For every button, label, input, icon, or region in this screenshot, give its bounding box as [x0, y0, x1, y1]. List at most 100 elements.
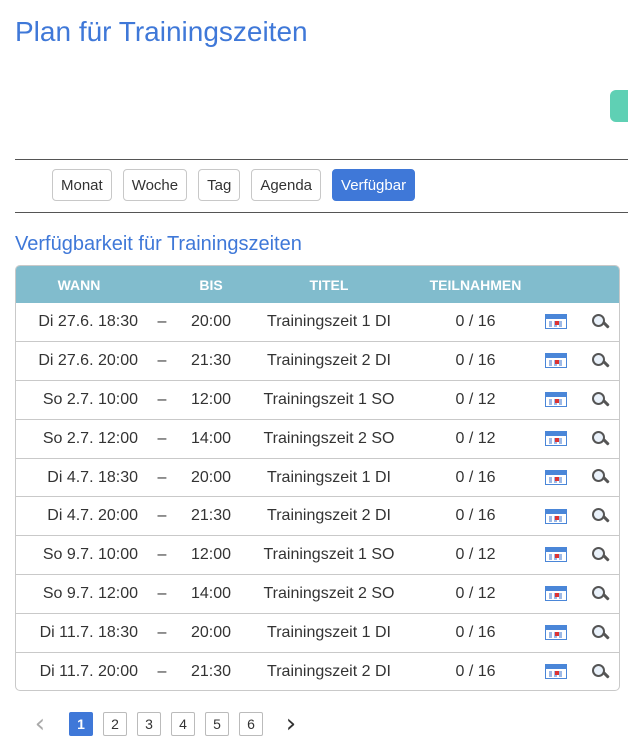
page-3-button[interactable]: 3 [137, 712, 161, 736]
cell-participation: 0 / 16 [455, 313, 496, 331]
calendar-icon[interactable] [544, 392, 567, 408]
table-row: Di 11.7. 18:30–20:00 Trainingszeit 1 DI 0 … [16, 612, 619, 653]
cell-participation: 0 / 12 [418, 574, 533, 614]
cell-title: Trainingszeit 2 DI [240, 341, 418, 381]
table-header-row: WANN BIS TITEL TEILNAHMEN [16, 266, 619, 303]
cell-to: 12:00 [182, 380, 240, 420]
column-header-until: BIS [199, 276, 223, 293]
cell-to: 20:00 [190, 313, 232, 331]
cell-to: 21:30 [182, 341, 240, 381]
cell-to: 12:00 [182, 535, 240, 575]
cell-separator: – [142, 574, 182, 614]
cell-participation: 0 / 16 [418, 496, 533, 536]
calendar-icon[interactable] [544, 469, 567, 485]
cell-title: Trainingszeit 2 SO [240, 418, 418, 459]
cell-title: Trainingszeit 2 SO [240, 574, 418, 614]
cell-from: Di 11.7. 18:30 [16, 612, 142, 653]
cell-separator: – [142, 418, 182, 459]
page-4-button[interactable]: 4 [171, 712, 195, 736]
cell-to: 14:00 [182, 418, 240, 459]
cell-participation: 0 / 16 [418, 457, 533, 497]
calendar-icon[interactable] [544, 508, 567, 524]
magnifier-icon[interactable] [591, 313, 609, 331]
divider-bottom [15, 212, 628, 213]
calendar-icon[interactable] [544, 664, 567, 680]
view-week-button[interactable]: Woche [122, 169, 188, 201]
view-day-button[interactable]: Tag [198, 169, 241, 201]
view-switcher: Monat Woche Tag Agenda Verfügbar [52, 169, 416, 201]
cell-participation: 0 / 12 [418, 418, 533, 459]
table-row: Di 4.7. 20:00–21:30 Trainingszeit 2 DI 0 /… [16, 496, 619, 536]
cell-to: 20:00 [182, 457, 240, 497]
table-row: So 2.7. 12:00–14:00 Trainingszeit 2 SO 0 /… [16, 418, 619, 459]
cell-to: 14:00 [182, 574, 240, 614]
calendar-icon[interactable] [544, 547, 567, 563]
page-6-button[interactable]: 6 [239, 712, 263, 736]
next-page-icon[interactable]: › [281, 709, 301, 739]
section-title: Verfügbarkeit für Trainingszeiten [15, 233, 302, 255]
magnifier-icon[interactable] [591, 468, 609, 486]
calendar-icon[interactable] [544, 431, 567, 447]
magnifier-icon[interactable] [591, 546, 609, 564]
cell-title: Trainingszeit 1 SO [240, 535, 418, 575]
magnifier-icon[interactable] [591, 507, 609, 525]
cell-title: Trainingszeit 1 DI [240, 457, 418, 497]
column-header-when: WANN [57, 276, 101, 293]
calendar-icon[interactable] [544, 586, 567, 602]
cell-to: 20:00 [182, 612, 240, 653]
cell-separator: – [142, 380, 182, 420]
cell-to: 21:30 [182, 651, 240, 690]
page-1-button[interactable]: 1 [69, 712, 93, 736]
cell-from: So 9.7. 10:00 [16, 535, 142, 575]
cell-title: Trainingszeit 1 SO [240, 380, 418, 420]
cell-separator: – [142, 341, 182, 381]
cell-title: Trainingszeit 2 DI [240, 651, 418, 690]
cell-from: Di 4.7. 18:30 [16, 457, 142, 497]
cell-participation: 0 / 12 [418, 380, 533, 420]
divider-top [15, 159, 628, 160]
cell-participation: 0 / 12 [418, 535, 533, 575]
pagination: ‹ 1 2 3 4 5 6 › [30, 709, 301, 739]
cell-separator: – [157, 313, 167, 331]
cell-participation: 0 / 16 [418, 612, 533, 653]
calendar-icon[interactable] [544, 314, 567, 330]
cell-from: So 9.7. 12:00 [16, 574, 142, 614]
cell-separator: – [142, 612, 182, 653]
magnifier-icon[interactable] [591, 430, 609, 448]
table-row: So 9.7. 12:00–14:00 Trainingszeit 2 SO 0 /… [16, 574, 619, 614]
view-month-button[interactable]: Monat [52, 169, 112, 201]
magnifier-icon[interactable] [591, 663, 609, 681]
page-5-button[interactable]: 5 [205, 712, 229, 736]
previous-page-icon[interactable]: ‹ [30, 709, 50, 739]
table-row: Di 27.6. 20:00–21:30 Trainingszeit 2 DI 0 … [16, 341, 619, 381]
cell-from: So 2.7. 12:00 [16, 418, 142, 459]
calendar-icon[interactable] [544, 625, 567, 641]
cell-separator: – [142, 535, 182, 575]
cell-participation: 0 / 16 [418, 651, 533, 690]
magnifier-icon[interactable] [591, 585, 609, 603]
cell-to: 21:30 [182, 496, 240, 536]
table-row: Di 11.7. 20:00–21:30 Trainingszeit 2 DI 0 … [16, 651, 619, 690]
calendar-icon[interactable] [544, 353, 567, 369]
cell-title: Trainingszeit 2 DI [240, 496, 418, 536]
cell-from: Di 27.6. 20:00 [16, 341, 142, 381]
page-2-button[interactable]: 2 [103, 712, 127, 736]
cell-separator: – [142, 457, 182, 497]
cell-from: Di 4.7. 20:00 [16, 496, 142, 536]
table-row: Di 4.7. 18:30–20:00 Trainingszeit 1 DI 0 /… [16, 457, 619, 497]
availability-table: WANN BIS TITEL TEILNAHMEN Di 27.6. 18:30… [15, 265, 620, 691]
magnifier-icon[interactable] [591, 624, 609, 642]
page-title: Plan für Trainingszeiten [15, 16, 308, 47]
cell-title: Trainingszeit 1 DI [267, 313, 391, 331]
magnifier-icon[interactable] [591, 352, 609, 370]
cell-from: So 2.7. 10:00 [16, 380, 142, 420]
column-header-title: TITEL [309, 276, 349, 293]
column-header-participation: TEILNAHMEN [429, 276, 522, 293]
cell-participation: 0 / 16 [418, 341, 533, 381]
view-available-button[interactable]: Verfügbar [332, 169, 416, 201]
view-agenda-button[interactable]: Agenda [251, 169, 322, 201]
table-row: Di 27.6. 18:30 – 20:00 Trainingszeit 1 DI 0 … [16, 303, 619, 342]
side-tab[interactable] [610, 90, 628, 122]
magnifier-icon[interactable] [591, 391, 609, 409]
cell-title: Trainingszeit 1 DI [240, 612, 418, 653]
